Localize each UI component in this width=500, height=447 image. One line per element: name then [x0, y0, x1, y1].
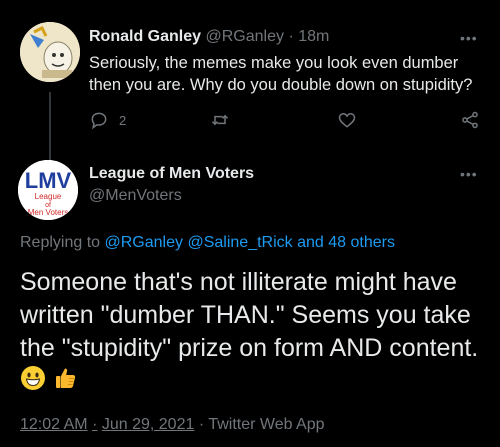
thumbs-up-icon: [53, 365, 79, 400]
tweet-date[interactable]: Jun 29, 2021: [102, 416, 195, 433]
main-more-icon[interactable]: •••: [460, 166, 478, 182]
grinning-face-icon: [20, 365, 46, 400]
reply-more-icon[interactable]: •••: [460, 30, 478, 46]
like-button[interactable]: [337, 110, 357, 130]
share-button[interactable]: [460, 110, 480, 130]
replying-and[interactable]: and: [297, 234, 324, 251]
svg-text:LMV: LMV: [25, 168, 72, 193]
main-tweet-body: Someone that's not illiterate might have…: [20, 268, 479, 362]
reply-timestamp[interactable]: 18m: [298, 28, 329, 45]
avatar-cartoon-icon: [20, 22, 80, 82]
reply-author-handle[interactable]: @RGanley: [205, 28, 284, 45]
replying-user-link[interactable]: @RGanley: [105, 234, 184, 251]
heart-icon: [338, 112, 356, 128]
lmv-logo-icon: LMV League of Men Voters: [18, 160, 78, 220]
reply-tweet-text: Seriously, the memes make you look even …: [89, 54, 473, 94]
reply-author-name[interactable]: Ronald Ganley: [89, 28, 201, 45]
main-tweet-author: LMV League of Men Voters League of Men V…: [0, 150, 500, 230]
retweet-button[interactable]: [210, 110, 230, 130]
reply-count: 2: [119, 112, 127, 128]
replying-user-link[interactable]: @Saline_tRick: [187, 234, 292, 251]
share-icon: [462, 111, 478, 129]
svg-text:Men Voters: Men Voters: [28, 208, 68, 217]
reply-separator: ·: [288, 28, 294, 45]
reply-button[interactable]: 2: [89, 110, 126, 130]
meta-separator: ·: [198, 416, 205, 433]
svg-text:League: League: [35, 192, 62, 201]
main-author-name[interactable]: League of Men Voters: [89, 165, 254, 183]
reply-author-line: Ronald Ganley @RGanley · 18m: [89, 28, 329, 46]
replying-prefix: Replying to: [20, 234, 101, 251]
main-author-handle[interactable]: @MenVoters: [89, 187, 182, 205]
retweet-icon: [211, 114, 229, 126]
reply-action-bar: 2: [89, 110, 489, 134]
meta-separator: ·: [92, 416, 98, 433]
avatar-league-of-men-voters[interactable]: LMV League of Men Voters: [18, 160, 78, 220]
reply-tweet[interactable]: Ronald Ganley @RGanley · 18m ••• Serious…: [0, 0, 500, 162]
main-tweet-text: Someone that's not illiterate might have…: [20, 266, 490, 400]
tweet-metadata: 12:02 AM · Jun 29, 2021 · Twitter Web Ap…: [20, 416, 325, 434]
replying-to-line: Replying to @RGanley @Saline_tRick and 4…: [20, 234, 395, 252]
tweet-source[interactable]: Twitter Web App: [208, 416, 324, 433]
avatar-ronald-ganley[interactable]: [20, 22, 80, 82]
replying-others-link[interactable]: 48 others: [328, 234, 395, 251]
speech-bubble-icon: [91, 112, 107, 130]
tweet-time[interactable]: 12:02 AM: [20, 416, 88, 433]
